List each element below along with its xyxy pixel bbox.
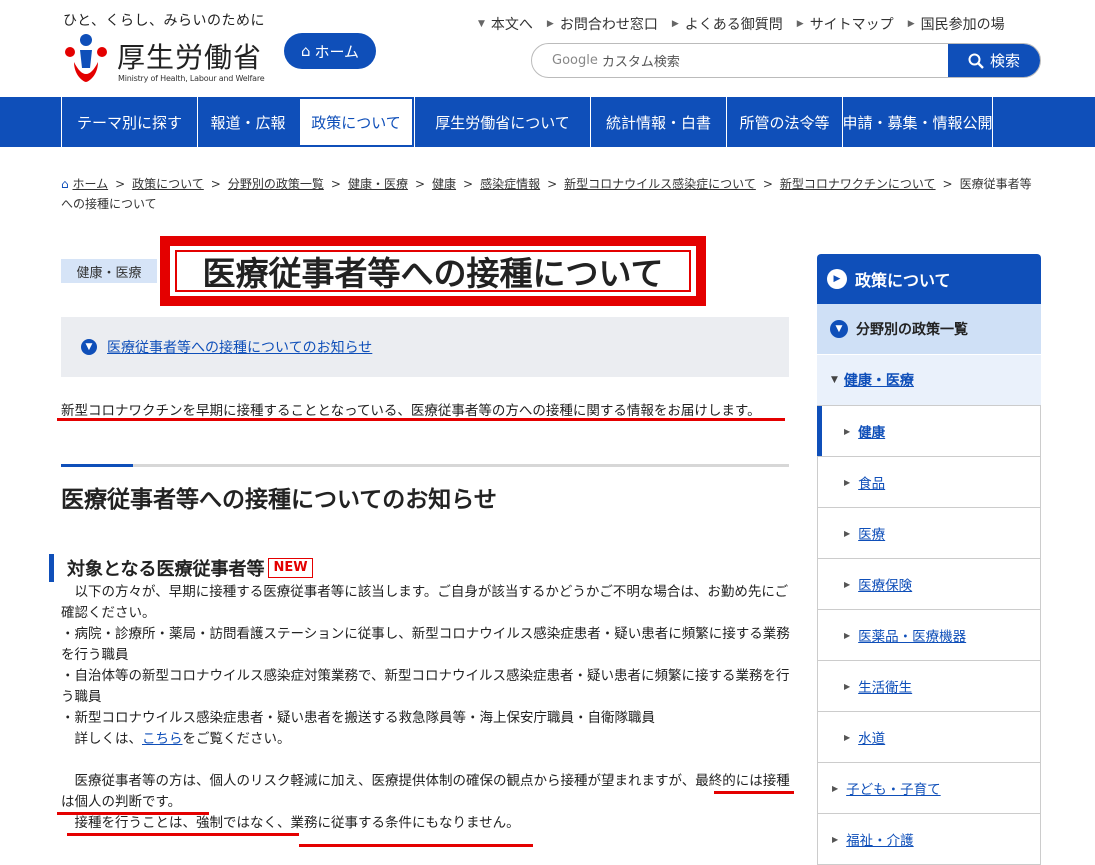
- triangle-right-icon: ▶: [832, 783, 839, 793]
- title-highlight-box: 医療従事者等への接種について: [160, 236, 706, 306]
- triangle-right-icon: ▶: [844, 528, 851, 538]
- breadcrumb-link[interactable]: 健康・医療: [348, 177, 408, 191]
- triangle-right-icon: ▶: [844, 477, 851, 487]
- top-link-contact[interactable]: ▶ お問合わせ窓口: [547, 14, 658, 34]
- nav-item-about-ministry[interactable]: 厚生労働省について: [414, 97, 590, 147]
- bullet-item: ・新型コロナウイルス感染症患者・疑い患者を搬送する救急隊員等・海上保安庁職員・自…: [61, 710, 655, 726]
- nav-item-press[interactable]: 報道・広報: [197, 97, 298, 147]
- paragraph: 以下の方々が、早期に接種する医療従事者等に該当します。ご自身が該当するかどうかご…: [61, 584, 789, 621]
- global-nav: テーマ別に探す 報道・広報 政策について 厚生労働省について 統計情報・白書 所…: [0, 97, 1095, 147]
- triangle-right-icon: ▶: [844, 732, 851, 742]
- anchor-link-box: ▼ 医療従事者等への接種についてのお知らせ: [61, 317, 789, 377]
- heading-rule-accent: [61, 464, 133, 467]
- breadcrumb-link[interactable]: 新型コロナワクチンについて: [780, 177, 936, 191]
- home-icon: ⌂: [300, 42, 311, 60]
- search-placeholder: カスタム検索: [601, 55, 680, 70]
- nav-item-laws[interactable]: 所管の法令等: [726, 97, 842, 147]
- top-link-faq[interactable]: ▶ よくある御質問: [672, 14, 783, 34]
- sidebar-item-medical[interactable]: ▶ 医療: [817, 508, 1041, 559]
- search-button-label: 検索: [989, 52, 1020, 70]
- top-links: ▼ 本文へ ▶ お問合わせ窓口 ▶ よくある御質問 ▶ サイトマップ ▶ 国民参加の場: [478, 14, 1019, 34]
- subheading-text: 対象となる医療従事者等: [67, 559, 265, 580]
- sidebar-category-health-medical[interactable]: ▼ 健康・医療: [817, 355, 1041, 406]
- breadcrumb-link[interactable]: 新型コロナウイルス感染症について: [564, 177, 756, 191]
- sidebar-item-living-hygiene[interactable]: ▶ 生活衛生: [817, 661, 1041, 712]
- subheading-bar: [49, 554, 54, 582]
- sidebar-item-medical-insurance[interactable]: ▶ 医療保険: [817, 559, 1041, 610]
- chevron-down-icon: ▼: [81, 339, 97, 355]
- search-brand: Google: [552, 53, 598, 68]
- category-tag: 健康・医療: [61, 259, 157, 283]
- red-underline: [299, 844, 533, 847]
- details-line: 詳しくは、こちらをご覧ください。: [61, 731, 291, 747]
- body-text: 以下の方々が、早期に接種する医療従事者等に該当します。ご自身が該当するかどうかご…: [61, 582, 791, 834]
- search-icon: [968, 53, 984, 69]
- paragraph: 医療従事者等の方は、個人のリスク軽減に加え、医療提供体制の確保の観点から接種が望…: [61, 773, 790, 810]
- home-button-label: ホーム: [314, 42, 360, 61]
- sidebar-item-food[interactable]: ▶ 食品: [817, 457, 1041, 508]
- top-link-sitemap[interactable]: ▶ サイトマップ: [797, 14, 894, 34]
- bullet-item: ・自治体等の新型コロナウイルス感染症対策業務で、新型コロナウイルス感染症患者・疑…: [61, 668, 790, 705]
- triangle-right-icon: ▶: [832, 834, 839, 844]
- nav-item-policy[interactable]: 政策について: [298, 97, 414, 147]
- sidebar: ▶ 政策について ▼ 分野別の政策一覧 ▼ 健康・医療 ▶ 健康 ▶ 食品 ▶ 医療 …: [817, 254, 1041, 865]
- home-icon: ⌂: [61, 177, 69, 191]
- sidebar-sub-policy-list[interactable]: ▼ 分野別の政策一覧: [817, 304, 1041, 355]
- new-badge: NEW: [268, 558, 313, 578]
- triangle-down-icon: ▼: [478, 19, 485, 29]
- mhlw-logo-icon[interactable]: [60, 32, 112, 84]
- top-link-participation[interactable]: ▶ 国民参加の場: [908, 14, 1005, 34]
- chevron-down-icon: ▼: [830, 320, 848, 338]
- lead-text: 新型コロナワクチンを早期に接種することとなっている、医療従事者等の方への接種に関…: [61, 403, 761, 419]
- details-link[interactable]: こちら: [142, 731, 183, 747]
- breadcrumb-link[interactable]: 政策について: [132, 177, 204, 191]
- top-link-skip-to-content[interactable]: ▼ 本文へ: [478, 14, 533, 34]
- search-button[interactable]: 検索: [948, 44, 1040, 77]
- red-underline: [714, 791, 794, 794]
- sidebar-item-water[interactable]: ▶ 水道: [817, 712, 1041, 763]
- chevron-right-icon: ▶: [827, 269, 847, 289]
- heading-rule: [61, 464, 789, 467]
- triangle-right-icon: ▶: [844, 630, 851, 640]
- red-underline: [57, 812, 209, 815]
- breadcrumb-link[interactable]: 分野別の政策一覧: [228, 177, 324, 191]
- sidebar-item-pharmaceuticals[interactable]: ▶ 医薬品・医療機器: [817, 610, 1041, 661]
- home-button[interactable]: ⌂ ホーム: [284, 33, 376, 69]
- sidebar-item-children[interactable]: ▶ 子ども・子育て: [817, 763, 1041, 814]
- triangle-right-icon: ▶: [796, 19, 804, 29]
- breadcrumb-link[interactable]: 感染症情報: [480, 177, 540, 191]
- triangle-right-icon: ▶: [546, 19, 554, 29]
- logo-english: Ministry of Health, Labour and Welfare: [118, 74, 265, 83]
- search-input[interactable]: Google カスタム検索: [532, 44, 948, 77]
- search-bar: Google カスタム検索 検索: [531, 43, 1041, 78]
- nav-item-statistics[interactable]: 統計情報・白書: [590, 97, 726, 147]
- breadcrumb-link[interactable]: 健康: [432, 177, 456, 191]
- breadcrumb: ⌂ ホーム > 政策について > 分野別の政策一覧 > 健康・医療 > 健康 > 感染症情報 > 新型コ…: [61, 177, 1032, 211]
- anchor-link[interactable]: 医療従事者等への接種についてのお知らせ: [107, 337, 372, 357]
- sidebar-item-health[interactable]: ▶ 健康: [817, 406, 1041, 457]
- site-tagline: ひと、くらし、みらいのために: [63, 13, 266, 29]
- triangle-right-icon: ▶: [844, 579, 851, 589]
- red-underline: [67, 833, 299, 836]
- logo-name[interactable]: 厚生労働省: [117, 36, 262, 76]
- sidebar-item-welfare[interactable]: ▶ 福祉・介護: [817, 814, 1041, 865]
- triangle-right-icon: ▶: [907, 19, 915, 29]
- breadcrumb-link[interactable]: ホーム: [72, 177, 108, 191]
- triangle-down-icon: ▼: [831, 375, 838, 385]
- nav-item-themes[interactable]: テーマ別に探す: [61, 97, 197, 147]
- red-underline: [57, 418, 785, 421]
- nav-item-applications[interactable]: 申請・募集・情報公開: [842, 97, 993, 147]
- paragraph: 接種を行うことは、強制ではなく、業務に従事する条件にもなりません。: [61, 815, 520, 831]
- subheading: 対象となる医療従事者等 NEW: [67, 555, 313, 581]
- triangle-right-icon: ▶: [844, 426, 851, 436]
- sidebar-head[interactable]: ▶ 政策について: [817, 254, 1041, 304]
- section-heading: 医療従事者等への接種についてのお知らせ: [61, 487, 497, 513]
- page-title: 医療従事者等への接種について: [175, 250, 691, 293]
- bullet-item: ・病院・診療所・薬局・訪問看護ステーションに従事し、新型コロナウイルス感染症患者…: [61, 626, 790, 663]
- triangle-right-icon: ▶: [844, 681, 851, 691]
- triangle-right-icon: ▶: [671, 19, 679, 29]
